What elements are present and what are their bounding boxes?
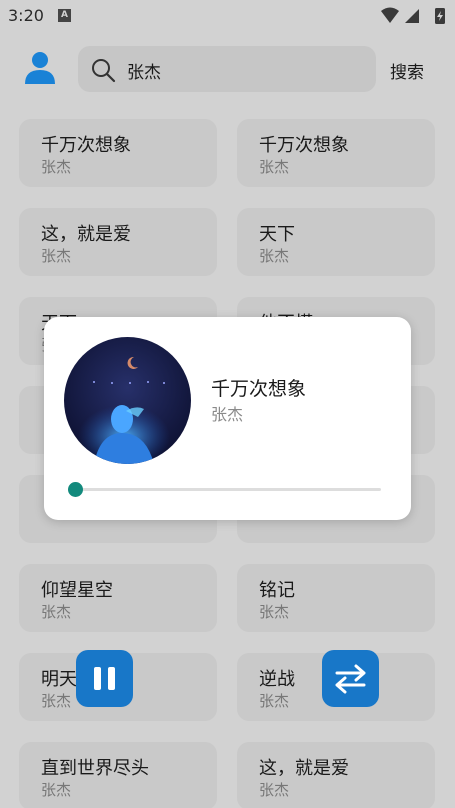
now-playing-dialog: 千万次想象 张杰 <box>44 317 411 520</box>
song-card[interactable]: 这，就是爱 张杰 <box>19 208 217 276</box>
album-cover <box>64 337 191 464</box>
song-title: 这，就是爱 <box>41 224 131 245</box>
song-title: 仰望星空 <box>41 580 113 601</box>
status-time: 3:20 <box>8 6 44 25</box>
search-icon <box>92 59 116 83</box>
song-artist: 张杰 <box>259 158 290 176</box>
song-title: 天下 <box>259 224 295 245</box>
status-bar: 3:20 A <box>0 0 455 32</box>
header: 张杰 搜索 <box>0 32 455 110</box>
swap-arrows-icon <box>335 664 366 694</box>
song-artist: 张杰 <box>41 781 72 799</box>
song-card[interactable]: 天下 张杰 <box>237 208 435 276</box>
song-title: 明天 <box>41 669 77 690</box>
song-card[interactable]: 直到世界尽头 张杰 <box>19 742 217 808</box>
song-title: 直到世界尽头 <box>41 758 149 779</box>
song-title: 铭记 <box>259 580 295 601</box>
search-box[interactable]: 张杰 <box>78 46 376 92</box>
song-title: 千万次想象 <box>259 135 349 156</box>
search-button[interactable]: 搜索 <box>390 58 424 83</box>
song-card[interactable]: 仰望星空 张杰 <box>19 564 217 632</box>
song-card[interactable]: 这，就是爱 张杰 <box>237 742 435 808</box>
song-card[interactable]: 铭记 张杰 <box>237 564 435 632</box>
progress-thumb[interactable] <box>68 482 83 497</box>
song-artist: 张杰 <box>259 781 290 799</box>
pause-button[interactable] <box>76 650 133 707</box>
cellular-icon <box>405 9 419 23</box>
song-artist: 张杰 <box>41 158 72 176</box>
wifi-icon <box>381 7 399 23</box>
song-title: 逆战 <box>259 669 295 690</box>
pause-icon <box>94 667 115 690</box>
app-screen: 3:20 A 张杰 搜索 千万次想象 张杰 千万次想象 张杰 这，就是爱 张杰 … <box>0 0 455 808</box>
song-artist: 张杰 <box>41 692 72 710</box>
song-artist: 张杰 <box>41 603 72 621</box>
album-art-image <box>64 337 191 464</box>
search-input[interactable]: 张杰 <box>127 58 161 83</box>
progress-slider[interactable] <box>76 488 381 491</box>
song-artist: 张杰 <box>259 603 290 621</box>
song-title: 千万次想象 <box>41 135 131 156</box>
status-icons <box>381 7 445 24</box>
song-card[interactable]: 千万次想象 张杰 <box>237 119 435 187</box>
song-artist: 张杰 <box>41 247 72 265</box>
user-avatar-icon[interactable] <box>23 50 57 86</box>
now-playing-title: 千万次想象 <box>211 378 307 400</box>
now-playing-artist: 张杰 <box>211 405 244 424</box>
song-card[interactable]: 千万次想象 张杰 <box>19 119 217 187</box>
song-artist: 张杰 <box>259 692 290 710</box>
song-artist: 张杰 <box>259 247 290 265</box>
repeat-mode-button[interactable] <box>322 650 379 707</box>
song-title: 这，就是爱 <box>259 758 349 779</box>
notification-icon: A <box>58 9 71 22</box>
